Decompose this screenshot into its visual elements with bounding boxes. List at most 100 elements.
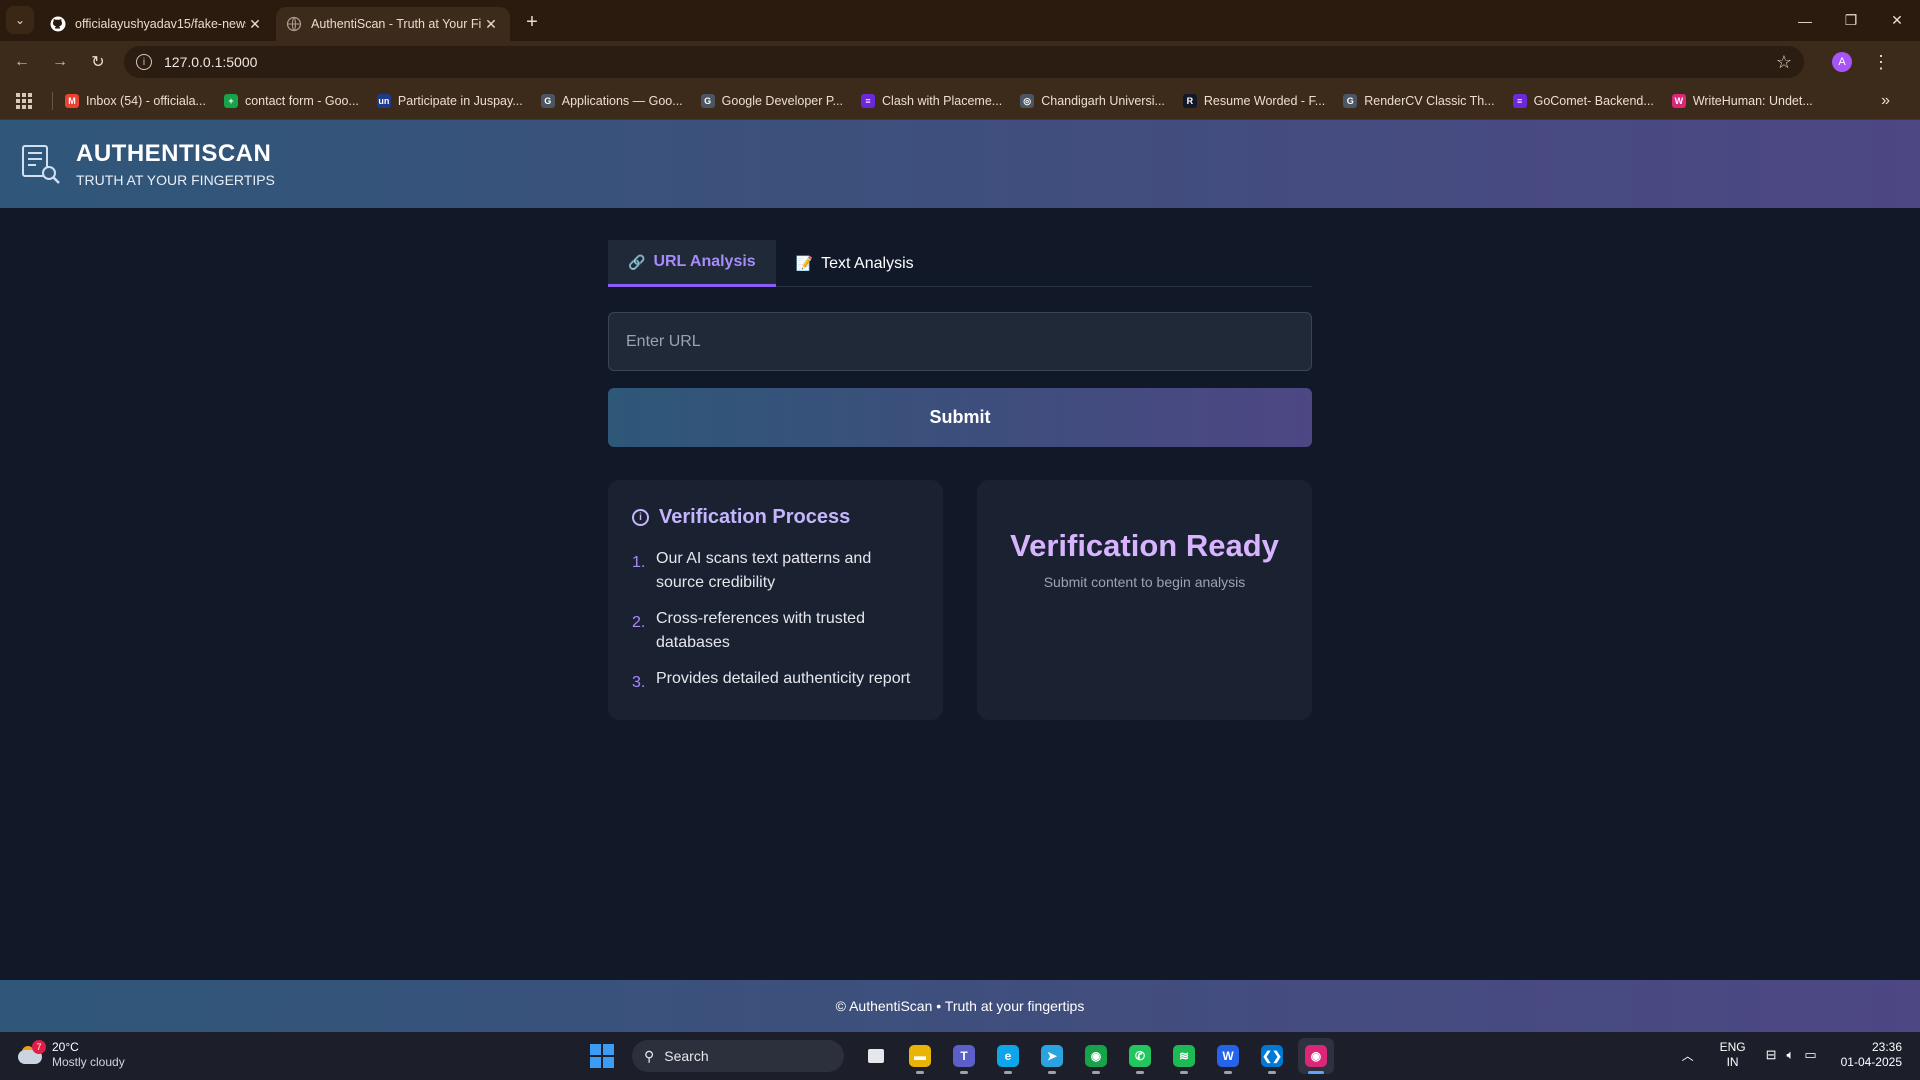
network-icon[interactable]: ⊟	[1766, 1047, 1777, 1063]
bookmark-favicon-icon: ◎	[1020, 94, 1035, 108]
battery-icon[interactable]: ▭	[1804, 1047, 1816, 1063]
windows-start-icon[interactable]	[590, 1044, 614, 1068]
bookmark-item[interactable]: ◎ Chandigarh Universi...	[1020, 94, 1165, 108]
bookmark-label: Resume Worded - F...	[1203, 94, 1326, 108]
bookmark-favicon-icon: ≡	[861, 94, 876, 108]
whatsapp-icon: ✆	[1129, 1045, 1151, 1067]
bookmark-item[interactable]: + contact form - Goo...	[223, 94, 359, 108]
chevron-up-icon[interactable]: ︿	[1682, 1047, 1694, 1064]
reload-button[interactable]: ↻	[82, 46, 114, 78]
bookmark-label: Clash with Placeme...	[882, 94, 1003, 108]
forward-button[interactable]: →	[44, 46, 76, 78]
tab-label: URL Analysis	[653, 253, 756, 270]
bookmark-favicon-icon: un	[376, 94, 391, 108]
taskbar-app-telegram[interactable]: ➤	[1034, 1038, 1070, 1074]
task-view-icon	[868, 1049, 884, 1063]
weather-widget[interactable]: 7 20°C Mostly cloudy	[18, 1040, 125, 1070]
document-search-icon	[22, 145, 60, 184]
list-item: 2. Cross-references with trusted databas…	[632, 607, 919, 655]
weather-badge: 7	[32, 1040, 46, 1054]
globe-icon	[286, 16, 302, 32]
arrow-left-icon: ←	[14, 53, 30, 70]
bookmark-item[interactable]: G Google Developer P...	[700, 94, 844, 108]
memo-icon: 📝	[795, 255, 814, 271]
back-button[interactable]: ←	[6, 46, 38, 78]
os-taskbar: 7 20°C Mostly cloudy ⚲ Search ▬ Te ➤ ◉ ✆ ≋ W ❮❯…	[0, 1032, 1920, 1080]
step-number: 3.	[632, 674, 646, 691]
language-indicator[interactable]: ENG IN	[1720, 1040, 1746, 1070]
bookmark-label: Applications — Goo...	[561, 94, 683, 108]
tab-text-analysis[interactable]: 📝 Text Analysis	[776, 240, 934, 287]
chevron-down-icon: ⌄	[14, 13, 26, 27]
bookmark-label: Google Developer P...	[721, 94, 844, 108]
weather-temp: 20°C	[52, 1040, 79, 1054]
bookmark-item[interactable]: G RenderCV Classic Th...	[1343, 94, 1495, 108]
taskbar-search[interactable]: ⚲ Search	[632, 1040, 844, 1072]
browser-tab-github[interactable]: officialayushyadav15/fake-news ✕	[40, 7, 274, 41]
taskbar-app-edge[interactable]: e	[990, 1038, 1026, 1074]
new-tab-button[interactable]: +	[518, 8, 546, 36]
file-explorer-icon: ▬	[909, 1045, 931, 1067]
bookmark-favicon-icon: R	[1182, 94, 1197, 108]
taskbar-app-chrome-profile[interactable]: ◉	[1298, 1038, 1334, 1074]
bookmark-item[interactable]: W WriteHuman: Undet...	[1671, 94, 1813, 108]
weather-condition: Mostly cloudy	[52, 1055, 125, 1069]
window-controls: — ❐ ✕	[1782, 0, 1920, 41]
taskbar-center: ⚲ Search ▬ Te ➤ ◉ ✆ ≋ W ❮❯ ◉	[590, 1038, 1342, 1074]
taskbar-app-chrome[interactable]: ◉	[1078, 1038, 1114, 1074]
close-tab-icon[interactable]: ✕	[482, 16, 500, 33]
address-bar[interactable]: i 127.0.0.1:5000 ☆	[124, 46, 1804, 78]
taskbar-app-spotify[interactable]: ≋	[1166, 1038, 1202, 1074]
close-tab-icon[interactable]: ✕	[246, 16, 264, 33]
brand-subtitle: TRUTH AT YOUR FINGERTIPS	[76, 172, 275, 188]
bookmark-item[interactable]: M Inbox (54) - officiala...	[65, 94, 206, 108]
bookmark-item[interactable]: G Applications — Goo...	[540, 94, 683, 108]
taskbar-app-word[interactable]: W	[1210, 1038, 1246, 1074]
brand-title: AUTHENTISCAN	[76, 140, 272, 167]
plus-icon: +	[526, 10, 538, 33]
restore-button[interactable]: ❐	[1828, 0, 1874, 41]
telegram-icon: ➤	[1041, 1045, 1063, 1067]
info-cards: i Verification Process 1. Our AI scans t…	[608, 480, 1312, 720]
taskbar-app-whatsapp[interactable]: ✆	[1122, 1038, 1158, 1074]
word-icon: W	[1217, 1045, 1239, 1067]
clock[interactable]: 23:36 01-04-2025	[1841, 1040, 1902, 1070]
bookmark-item[interactable]: un Participate in Juspay...	[376, 94, 523, 108]
step-text: Cross-references with trusted databases	[656, 610, 865, 651]
submit-button[interactable]: Submit	[608, 388, 1312, 447]
profile-avatar[interactable]: A	[1832, 52, 1852, 72]
bookmark-favicon-icon: G	[540, 94, 555, 108]
bookmark-item[interactable]: R Resume Worded - F...	[1182, 94, 1326, 108]
bookmarks-overflow-icon[interactable]: »	[1881, 92, 1890, 110]
tab-url-analysis[interactable]: 🔗 URL Analysis	[608, 240, 776, 287]
taskbar-app-file-explorer[interactable]: ▬	[902, 1038, 938, 1074]
step-number: 1.	[632, 554, 646, 571]
address-url: 127.0.0.1:5000	[164, 54, 258, 70]
browser-menu-icon[interactable]: ⋮	[1872, 52, 1890, 73]
bookmark-favicon-icon: G	[700, 94, 715, 108]
taskbar-app-teams[interactable]: T	[946, 1038, 982, 1074]
tab-search-button[interactable]: ⌄	[6, 6, 34, 34]
bookmark-item[interactable]: ≡ Clash with Placeme...	[861, 94, 1002, 108]
taskbar-app-task-view[interactable]	[858, 1038, 894, 1074]
brand: AUTHENTISCAN TRUTH AT YOUR FINGERTIPS	[76, 140, 275, 188]
apps-grid-icon[interactable]	[16, 93, 32, 109]
bookmark-item[interactable]: ≡ GoComet- Backend...	[1512, 94, 1654, 108]
bookmark-label: Inbox (54) - officiala...	[86, 94, 206, 108]
taskbar-app-vscode[interactable]: ❮❯	[1254, 1038, 1290, 1074]
volume-icon[interactable]: 🔈︎	[1787, 1047, 1795, 1063]
minimize-button[interactable]: —	[1782, 0, 1828, 41]
bookmark-star-icon[interactable]: ☆	[1776, 52, 1792, 73]
bookmark-favicon-icon: +	[223, 94, 238, 108]
link-icon: 🔗	[628, 253, 646, 270]
bookmark-label: contact form - Goo...	[244, 94, 359, 108]
bookmark-favicon-icon: ≡	[1512, 94, 1527, 108]
browser-tabstrip: ⌄ officialayushyadav15/fake-news ✕ Authe…	[0, 0, 1920, 41]
close-window-button[interactable]: ✕	[1874, 0, 1920, 41]
footer-text: © AuthentiScan • Truth at your fingertip…	[835, 998, 1085, 1014]
tab-title: officialayushyadav15/fake-news	[75, 17, 246, 31]
browser-tab-authentiscan[interactable]: AuthentiScan - Truth at Your Fingertips …	[276, 7, 510, 41]
site-info-icon[interactable]: i	[136, 54, 152, 70]
url-input[interactable]	[608, 312, 1312, 371]
vscode-icon: ❮❯	[1261, 1045, 1283, 1067]
